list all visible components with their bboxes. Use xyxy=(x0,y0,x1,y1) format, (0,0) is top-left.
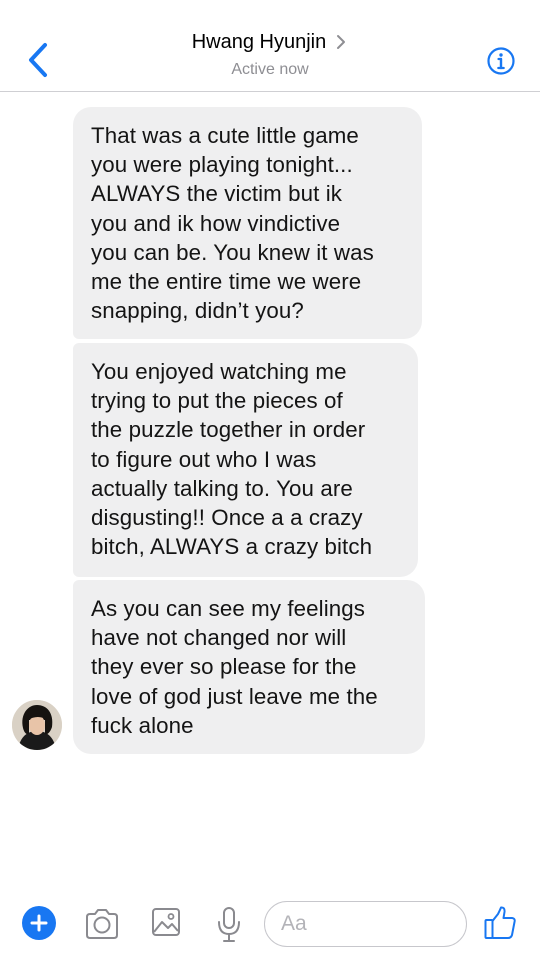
info-icon xyxy=(487,47,515,75)
camera-icon xyxy=(86,909,118,939)
active-status: Active now xyxy=(231,61,309,78)
camera-button[interactable] xyxy=(84,907,120,941)
image-icon xyxy=(152,908,180,936)
voice-message-button[interactable] xyxy=(215,906,243,944)
plus-icon xyxy=(30,914,48,932)
microphone-icon xyxy=(218,907,240,942)
like-button[interactable] xyxy=(483,905,517,941)
message-input[interactable] xyxy=(264,901,467,947)
conversation-header: Hwang Hyunjin Active now xyxy=(0,0,540,92)
message-bubble[interactable]: You enjoyed watching me trying to put th… xyxy=(73,343,418,577)
message-composer xyxy=(0,882,540,960)
message-thread[interactable]: That was a cute little game you were pla… xyxy=(0,92,540,882)
contact-name: Hwang Hyunjin xyxy=(191,31,327,53)
message-bubble[interactable]: That was a cute little game you were pla… xyxy=(73,107,422,339)
more-actions-button[interactable] xyxy=(22,906,56,940)
message-bubble[interactable]: As you can see my feelings have not chan… xyxy=(73,580,425,754)
contact-name-button[interactable]: Hwang Hyunjin xyxy=(192,30,349,54)
thumbs-up-icon xyxy=(484,906,516,939)
avatar-image xyxy=(12,700,62,750)
chevron-right-icon xyxy=(337,35,346,49)
contact-title-block: Hwang Hyunjin Active now xyxy=(0,30,540,80)
info-button[interactable] xyxy=(486,46,516,76)
gallery-button[interactable] xyxy=(150,906,182,938)
contact-avatar[interactable] xyxy=(12,700,62,750)
